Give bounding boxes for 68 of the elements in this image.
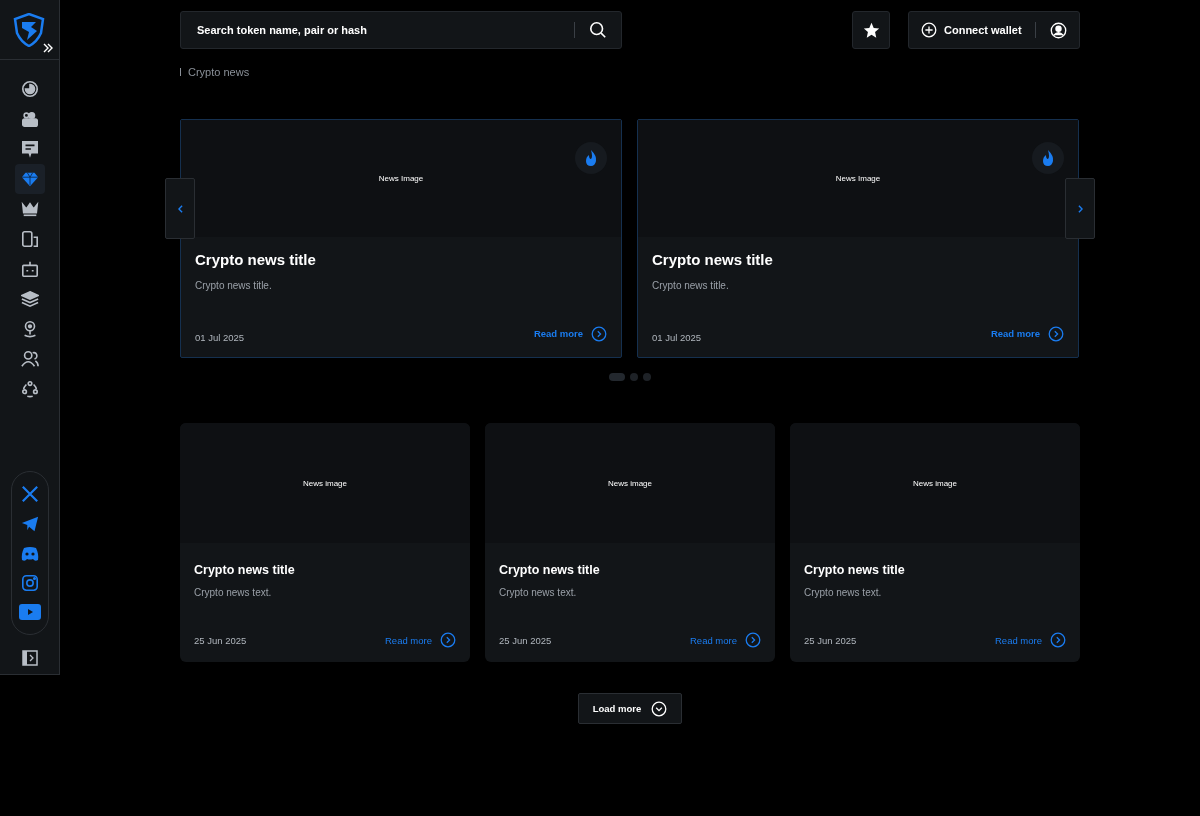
news-title: Crypto news title xyxy=(195,251,317,268)
image-label: News Image xyxy=(378,174,424,183)
robot-icon xyxy=(20,260,39,278)
connect-wallet-button[interactable]: Connect wallet xyxy=(921,22,1022,38)
featured-news-card[interactable]: News Image Crypto news title Crypto news title. 01 Jul 2025 Read more xyxy=(180,119,622,358)
play-button-icon[interactable] xyxy=(18,604,41,620)
news-card[interactable]: News image Crypto news title Crypto news text. 25 Jun 2025 Read more xyxy=(485,423,775,662)
diamond-icon xyxy=(20,170,39,188)
chevron-left-icon xyxy=(177,204,183,213)
load-more-button[interactable]: Load more xyxy=(577,693,683,724)
x-logo-icon[interactable] xyxy=(20,485,39,503)
image-label: News Image xyxy=(835,174,881,183)
read-more-link[interactable]: Read more xyxy=(533,325,607,342)
image-label: News image xyxy=(303,478,347,488)
read-more-link[interactable]: Read more xyxy=(690,632,761,648)
pie-chart-icon xyxy=(20,80,39,98)
devices-icon xyxy=(20,230,39,248)
sidebar-item[interactable] xyxy=(14,164,45,194)
shield-logo-icon[interactable] xyxy=(12,12,45,47)
news-date: 25 Jun 2025 xyxy=(194,634,247,646)
carousel-dot[interactable] xyxy=(643,373,651,381)
news-title: Crypto news title xyxy=(804,563,906,577)
featured-news-card[interactable]: News Image Crypto news title Crypto news title. 01 Jul 2025 Read more xyxy=(637,119,1079,358)
sidebar-toggle-icon[interactable] xyxy=(21,650,38,666)
chevron-circle-icon xyxy=(1048,325,1064,342)
news-date: 25 Jun 2025 xyxy=(804,634,857,646)
news-title: Crypto news title xyxy=(499,563,601,577)
carousel-dot[interactable] xyxy=(630,373,638,381)
crown-icon xyxy=(20,200,39,218)
news-date: 01 Jul 2025 xyxy=(195,332,245,343)
user-card-icon xyxy=(20,110,39,128)
chevron-circle-icon xyxy=(745,632,761,648)
news-summary: Crypto news text. xyxy=(194,587,273,598)
user-avatar-icon[interactable] xyxy=(1050,21,1067,39)
community-icon xyxy=(20,380,39,398)
double-chevron-icon[interactable] xyxy=(43,43,53,53)
news-date: 25 Jun 2025 xyxy=(499,634,552,646)
chevron-circle-icon xyxy=(440,632,456,648)
game-controller-icon[interactable] xyxy=(19,545,40,562)
chat-icon xyxy=(20,140,39,158)
search-field[interactable]: Search token name, pair or hash xyxy=(195,23,560,37)
breadcrumb: Crypto news xyxy=(188,66,250,78)
chevron-right-icon xyxy=(1077,204,1083,213)
image-label: News image xyxy=(913,478,957,488)
news-title: Crypto news title xyxy=(652,251,774,268)
plus-circle-icon xyxy=(921,22,937,38)
news-title: Crypto news title xyxy=(194,563,296,577)
news-summary: Crypto news text. xyxy=(804,587,883,598)
news-date: 01 Jul 2025 xyxy=(652,332,702,343)
chevron-circle-icon xyxy=(1050,632,1066,648)
news-card[interactable]: News image Crypto news title Crypto news text. 25 Jun 2025 Read more xyxy=(790,423,1080,662)
chevron-down-circle-icon xyxy=(651,700,668,717)
favorites-button[interactable] xyxy=(852,11,890,49)
chevron-circle-icon xyxy=(591,325,607,342)
read-more-link[interactable]: Read more xyxy=(385,632,456,648)
news-summary: Crypto news title. xyxy=(195,280,273,291)
read-more-link[interactable]: Read more xyxy=(990,325,1064,342)
image-label: News image xyxy=(608,478,652,488)
users-icon xyxy=(20,350,39,368)
read-more-link[interactable]: Read more xyxy=(995,632,1066,648)
star-icon xyxy=(862,21,880,39)
news-card[interactable]: News image Crypto news title Crypto news text. 25 Jun 2025 Read more xyxy=(180,423,470,662)
news-summary: Crypto news title. xyxy=(652,280,730,291)
search-icon[interactable] xyxy=(589,21,607,39)
camera-icon[interactable] xyxy=(20,573,39,592)
layers-icon xyxy=(20,290,39,308)
search-bar[interactable]: Search token name, pair or hash xyxy=(180,11,622,49)
news-summary: Crypto news text. xyxy=(499,587,578,598)
